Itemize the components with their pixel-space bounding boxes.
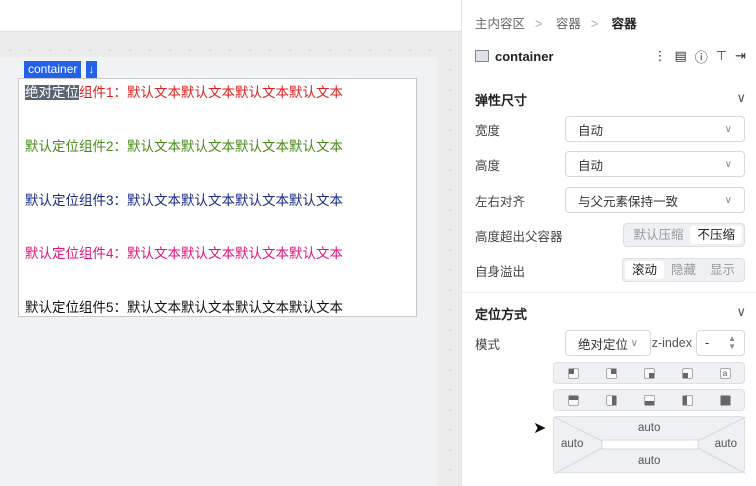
zindex-input[interactable]: - ▲ ▼ <box>696 330 745 356</box>
option-no-shrink[interactable]: 不压缩 <box>690 226 742 244</box>
chevron-down-icon: ∨ <box>630 337 638 349</box>
overflow-parent-toggle: 默认压缩 不压缩 <box>623 223 745 247</box>
breadcrumb: 主内容区 > 容器 > 容器 <box>475 13 647 32</box>
container-component[interactable]: 绝对定位组件1：默认文本默认文本默认文本默认文本 默认定位组件2：默认文本默认文… <box>18 78 417 317</box>
chevron-down-icon: ∨ <box>736 90 746 105</box>
width-row: 宽度 自动 ∨ <box>475 116 745 142</box>
right-edge-icon[interactable] <box>605 394 617 406</box>
chevron-right-icon: > <box>535 17 543 31</box>
height-row: 高度 自动 ∨ <box>475 151 745 177</box>
property-panel: 主内容区 > 容器 > 容器 container ⋮ ▤ ⓘ ⊤ ⇥ 弹性尺寸 ∨ 宽… <box>461 0 756 486</box>
breadcrumb-item[interactable]: 主内容区 <box>475 17 525 31</box>
fill-icon[interactable] <box>719 394 731 406</box>
component-text: 组件1：默认文本默认文本默认文本默认文本 <box>79 85 344 100</box>
default-component-4[interactable]: 默认定位组件4：默认文本默认文本默认文本默认文本 <box>25 242 343 262</box>
selected-component-tag[interactable]: container <box>24 61 82 78</box>
chevron-down-icon: ∨ <box>724 158 732 170</box>
chevron-down-icon: ∨ <box>736 304 746 319</box>
mode-row: 模式 绝对定位 ∨ z-index - ▲ ▼ <box>475 330 745 356</box>
option-hidden[interactable]: 隐藏 <box>664 261 703 279</box>
mode-select[interactable]: 绝对定位 ∨ <box>565 330 651 356</box>
canvas-toolbar <box>0 0 461 32</box>
offset-left[interactable]: auto <box>561 438 583 450</box>
absolute-component-1[interactable]: 绝对定位组件1：默认文本默认文本默认文本默认文本 <box>25 81 343 101</box>
offset-box-model: auto auto auto auto <box>553 416 746 474</box>
width-select[interactable]: 自动 ∨ <box>565 116 745 142</box>
top-right-icon[interactable] <box>605 367 617 379</box>
mode-label: 模式 <box>475 337 501 352</box>
left-edge-icon[interactable] <box>681 394 693 406</box>
position-section[interactable]: 定位方式 ∨ <box>475 304 746 323</box>
edge-position-buttons <box>553 389 745 411</box>
container-icon <box>475 50 489 62</box>
stepper-icon[interactable]: ▲ ▼ <box>728 335 736 351</box>
more-icon[interactable]: ⋮ <box>653 48 666 64</box>
component-name: container <box>495 48 554 64</box>
offset-top[interactable]: auto <box>638 422 660 434</box>
width-value: 自动 <box>578 123 604 138</box>
self-overflow-label: 自身溢出 <box>475 264 526 279</box>
offset-right[interactable]: auto <box>715 438 737 450</box>
self-overflow-toggle: 滚动 隐藏 显示 <box>621 258 745 282</box>
height-value: 自动 <box>578 158 604 173</box>
pin-icon[interactable]: ⊤ <box>716 48 727 64</box>
help-icon[interactable]: ⓘ <box>695 47 708 66</box>
component-header: container ⋮ ▤ ⓘ ⊤ ⇥ <box>475 46 746 66</box>
align-row: 左右对齐 与父元素保持一致 ∨ <box>475 187 745 213</box>
breadcrumb-item[interactable]: 容器 <box>556 17 581 31</box>
overflow-parent-label: 高度超出父容器 <box>475 229 563 244</box>
zindex-value: - <box>705 336 710 350</box>
offset-bottom[interactable]: auto <box>638 455 660 467</box>
flex-size-section[interactable]: 弹性尺寸 ∨ <box>475 90 746 109</box>
chevron-down-icon: ∨ <box>724 123 732 135</box>
breadcrumb-current: 容器 <box>611 17 637 31</box>
bottom-right-icon[interactable] <box>643 367 655 379</box>
selected-text: 绝对定位 <box>25 85 79 100</box>
option-scroll[interactable]: 滚动 <box>624 261 664 279</box>
option-default-shrink[interactable]: 默认压缩 <box>626 226 690 244</box>
zindex-label: z-index <box>651 336 692 350</box>
bottom-left-icon[interactable] <box>681 367 693 379</box>
mode-value: 绝对定位 <box>578 337 629 352</box>
divider <box>462 292 756 293</box>
top-edge-icon[interactable] <box>567 394 579 406</box>
corner-position-buttons: a <box>553 362 745 384</box>
select-parent-arrow-icon[interactable]: ↓ <box>86 61 97 78</box>
height-label: 高度 <box>475 158 501 173</box>
default-component-2[interactable]: 默认定位组件2：默认文本默认文本默认文本默认文本 <box>25 135 343 155</box>
mouse-cursor-icon: ➤ <box>533 420 547 437</box>
custom-position-icon[interactable]: a <box>719 367 731 379</box>
self-overflow-row: 自身溢出 滚动 隐藏 显示 <box>475 257 745 283</box>
collapse-panel-icon[interactable]: ⇥ <box>735 48 746 64</box>
width-label: 宽度 <box>475 123 501 138</box>
section-title: 定位方式 <box>475 307 528 322</box>
bottom-edge-icon[interactable] <box>643 394 655 406</box>
default-component-3[interactable]: 默认定位组件3：默认文本默认文本默认文本默认文本 <box>25 189 343 209</box>
option-visible[interactable]: 显示 <box>703 261 742 279</box>
overflow-parent-row: 高度超出父容器 默认压缩 不压缩 <box>475 222 745 248</box>
default-component-5[interactable]: 默认定位组件5：默认文本默认文本默认文本默认文本 <box>25 296 343 316</box>
height-select[interactable]: 自动 ∨ <box>565 151 745 177</box>
align-select[interactable]: 与父元素保持一致 ∨ <box>565 187 745 213</box>
align-value: 与父元素保持一致 <box>578 194 679 209</box>
schema-icon[interactable]: ▤ <box>674 48 686 64</box>
section-title: 弹性尺寸 <box>475 93 528 108</box>
chevron-right-icon: > <box>590 17 599 31</box>
top-left-icon[interactable] <box>567 367 579 379</box>
chevron-down-icon: ∨ <box>724 194 732 206</box>
align-label: 左右对齐 <box>475 194 526 209</box>
